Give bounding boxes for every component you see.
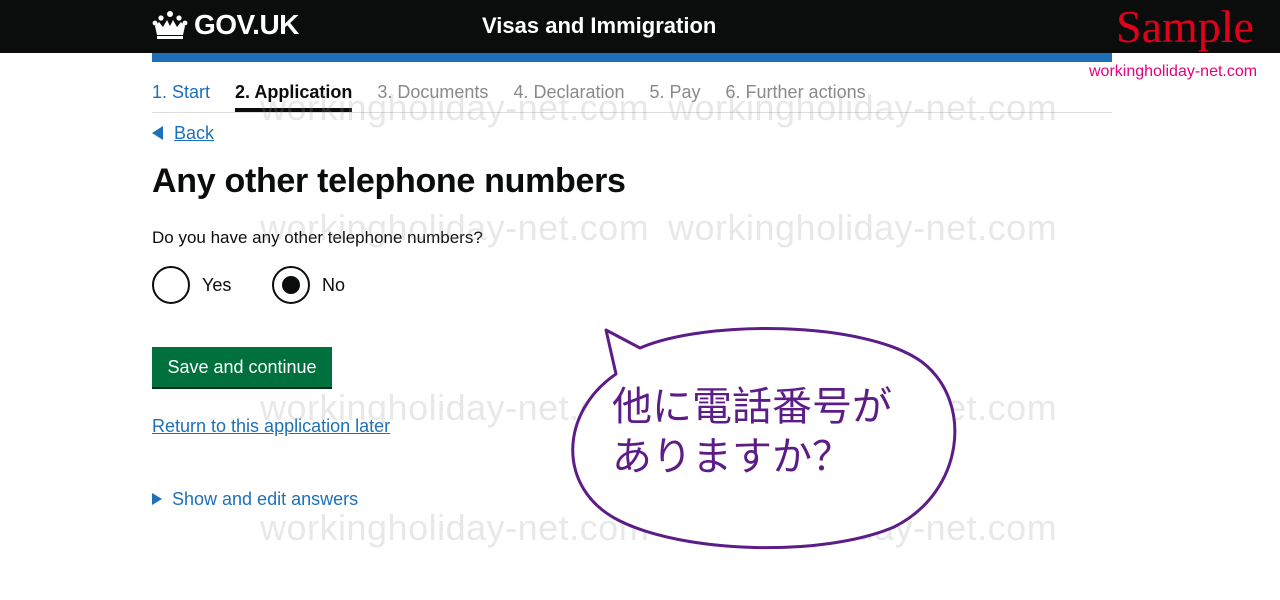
annotation-line-1: 他に電話番号が (612, 384, 892, 430)
logo-text: GOV.UK (194, 9, 299, 40)
govuk-header: GOV.UK Visas and Immigration (0, 0, 1280, 53)
back-link[interactable]: Back (152, 121, 214, 145)
radio-no[interactable]: No (272, 266, 345, 304)
annotation-line-2: ありますか？ (612, 434, 852, 480)
save-and-continue-button[interactable]: Save and continue (152, 347, 332, 387)
page-title: Any other telephone numbers (152, 162, 626, 200)
radio-no-label[interactable]: No (322, 273, 345, 297)
site-tag: workingholiday-net.com (1089, 63, 1258, 80)
watermark: workingholiday-net.com (668, 87, 1058, 128)
govuk-logo[interactable]: GOV.UK (152, 9, 299, 41)
back-link-label: Back (174, 123, 215, 143)
step-start[interactable]: 1. Start (152, 80, 210, 112)
radio-yes-circle[interactable] (152, 266, 190, 304)
header-blue-bar (152, 53, 1112, 62)
service-name[interactable]: Visas and Immigration (482, 12, 716, 40)
crown-icon (152, 11, 188, 39)
triangle-right-icon (152, 493, 162, 505)
radio-no-circle[interactable] (272, 266, 310, 304)
radio-yes-label[interactable]: Yes (202, 273, 231, 297)
annotation-text: 他に電話番号が ありますか？ (612, 382, 942, 482)
back-arrow-icon (152, 126, 163, 140)
sample-tag: Sample (1116, 1, 1254, 52)
watermark: workingholiday-net.com (260, 207, 650, 248)
radio-yes[interactable]: Yes (152, 266, 231, 304)
watermark: workingholiday-net.com (260, 87, 650, 128)
watermark: workingholiday-net.com (668, 207, 1058, 248)
